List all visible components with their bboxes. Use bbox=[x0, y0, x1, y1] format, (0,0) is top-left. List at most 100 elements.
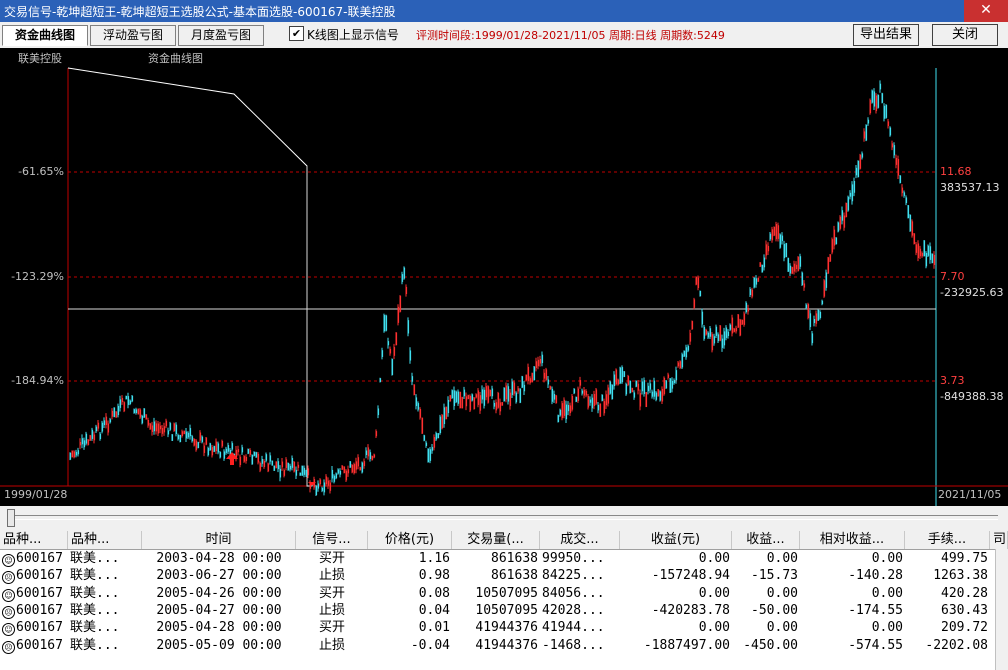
candle-body bbox=[929, 246, 932, 260]
candle-body bbox=[301, 465, 304, 476]
candle-body bbox=[195, 440, 198, 451]
candle-body bbox=[559, 409, 562, 416]
window-close-button[interactable]: ✕ bbox=[964, 0, 1008, 22]
candle-body bbox=[837, 222, 840, 232]
candle-body bbox=[803, 283, 806, 288]
table-row[interactable]: ☹ 600167 联美... 2003-06-27 00:00 止损 0.98 861638… bbox=[0, 567, 1008, 585]
column-header[interactable]: 收益... bbox=[732, 531, 800, 549]
column-header[interactable]: 收益(元) bbox=[620, 531, 732, 549]
candle-body bbox=[177, 435, 180, 440]
table-cell-volume: 41944376 bbox=[475, 637, 538, 653]
candle-body bbox=[465, 396, 468, 407]
candle-body bbox=[319, 479, 322, 485]
candle-body bbox=[659, 391, 662, 401]
candle-body bbox=[245, 456, 248, 461]
show-signal-checkbox[interactable]: ✔ bbox=[289, 26, 304, 41]
candle-body bbox=[393, 347, 396, 356]
candle-body bbox=[599, 403, 602, 417]
table-vertical-scrollbar[interactable] bbox=[995, 549, 1008, 670]
table-cell-price: 0.08 bbox=[418, 585, 450, 601]
candle-body bbox=[887, 121, 890, 127]
candle-body bbox=[527, 366, 530, 382]
column-header[interactable]: 司 bbox=[990, 531, 1008, 549]
table-cell-profit: -157248.94 bbox=[651, 568, 730, 584]
scroll-thumb[interactable] bbox=[7, 509, 15, 527]
candle-body bbox=[505, 385, 508, 400]
candle-body bbox=[475, 394, 478, 398]
candle-body bbox=[69, 452, 72, 460]
column-header[interactable]: 时间 bbox=[142, 531, 296, 549]
candle-body bbox=[703, 326, 706, 339]
candle-body bbox=[793, 263, 796, 272]
candle-body bbox=[901, 187, 904, 194]
tab-monthly-pnl[interactable]: 月度盈亏图 bbox=[178, 25, 264, 46]
candle-body bbox=[583, 389, 586, 396]
candle-body bbox=[819, 311, 822, 319]
candle-body bbox=[485, 386, 488, 398]
scroll-track bbox=[8, 515, 998, 520]
candle-body bbox=[615, 369, 618, 385]
left-axis-label: -123.29% bbox=[11, 270, 64, 283]
candle-body bbox=[97, 422, 100, 429]
table-cell-volume: 861638 bbox=[491, 568, 538, 584]
candle-body bbox=[391, 359, 394, 375]
candle-body bbox=[873, 91, 876, 107]
right-value-label: -849388.38 bbox=[940, 390, 1004, 403]
tab-equity-curve[interactable]: 资金曲线图 bbox=[2, 25, 88, 46]
table-row[interactable]: ☹ 600167 联美... 2005-05-09 00:00 止损 -0.04 41944… bbox=[0, 637, 1008, 654]
candle-body bbox=[493, 402, 496, 407]
column-header[interactable]: 品种... bbox=[68, 531, 142, 549]
candle-body bbox=[83, 440, 86, 448]
table-cell-name: 联美... bbox=[70, 551, 120, 566]
candle-body bbox=[553, 394, 556, 400]
candle-body bbox=[461, 396, 464, 409]
column-header[interactable]: 交易量(... bbox=[452, 531, 540, 549]
time-scrollbar[interactable] bbox=[0, 506, 1008, 530]
candle-body bbox=[77, 450, 80, 455]
table-row[interactable]: ☺ 600167 联美... 2005-04-26 00:00 买开 0.08 105070… bbox=[0, 585, 1008, 602]
candle-body bbox=[611, 384, 614, 400]
candle-body bbox=[755, 278, 758, 285]
candle-body bbox=[563, 399, 566, 416]
table-cell-signal: 止损 bbox=[318, 602, 345, 618]
candle-body bbox=[891, 143, 894, 148]
candle-body bbox=[769, 233, 772, 240]
table-cell-amount: 42028... bbox=[542, 602, 605, 618]
table-cell-pct: -450.00 bbox=[743, 637, 798, 653]
column-header[interactable]: 手续... bbox=[905, 531, 990, 549]
column-header[interactable]: 品种... bbox=[0, 531, 68, 549]
column-header[interactable]: 成交... bbox=[540, 531, 620, 549]
candle-body bbox=[121, 397, 124, 403]
candle-body bbox=[405, 286, 408, 295]
table-row[interactable]: ☺ 600167 联美... 2003-04-28 00:00 买开 1.16 861638… bbox=[0, 550, 1008, 567]
chart-stock-name: 联美控股 bbox=[18, 52, 62, 65]
candle-body bbox=[243, 456, 246, 462]
table-cell-code-text: 600167 bbox=[16, 637, 63, 653]
table-row[interactable]: ☹ 600167 联美... 2005-04-27 00:00 止损 0.04 105070… bbox=[0, 602, 1008, 619]
candle-body bbox=[897, 159, 900, 176]
candle-body bbox=[903, 192, 906, 196]
face-icon: ☹ bbox=[2, 605, 15, 619]
column-header[interactable]: 价格(元) bbox=[368, 531, 452, 549]
candle-body bbox=[389, 348, 392, 354]
candle-body bbox=[707, 332, 710, 338]
column-header[interactable]: 相对收益... bbox=[800, 531, 905, 549]
candle-body bbox=[771, 229, 774, 241]
equity-curve-chart[interactable]: 联美控股 资金曲线图 -61.65% -123.29% -184.94% 11.… bbox=[0, 48, 1008, 506]
candle-body bbox=[253, 451, 256, 456]
table-cell-rel: 0.00 bbox=[871, 551, 903, 566]
table-row[interactable]: ☺ 600167 联美... 2005-04-28 00:00 买开 0.01 419443… bbox=[0, 619, 1008, 637]
candle-body bbox=[889, 127, 892, 136]
export-results-button[interactable]: 导出结果 bbox=[853, 24, 919, 46]
candle-body bbox=[511, 381, 514, 395]
candle-body bbox=[183, 430, 186, 434]
close-button[interactable]: 关闭 bbox=[932, 24, 998, 46]
column-header[interactable]: 信号... bbox=[296, 531, 368, 549]
tab-floating-pnl[interactable]: 浮动盈亏图 bbox=[90, 25, 176, 46]
toolbar: 资金曲线图 浮动盈亏图 月度盈亏图 ✔ K线图上显示信号 评测时间段:1999/… bbox=[0, 22, 1008, 49]
candle-body bbox=[331, 469, 334, 479]
table-cell-name: 联美... bbox=[70, 620, 120, 636]
table-cell-time: 2005-05-09 00:00 bbox=[156, 637, 282, 653]
candle-body bbox=[695, 276, 698, 285]
candle-body bbox=[587, 395, 590, 408]
